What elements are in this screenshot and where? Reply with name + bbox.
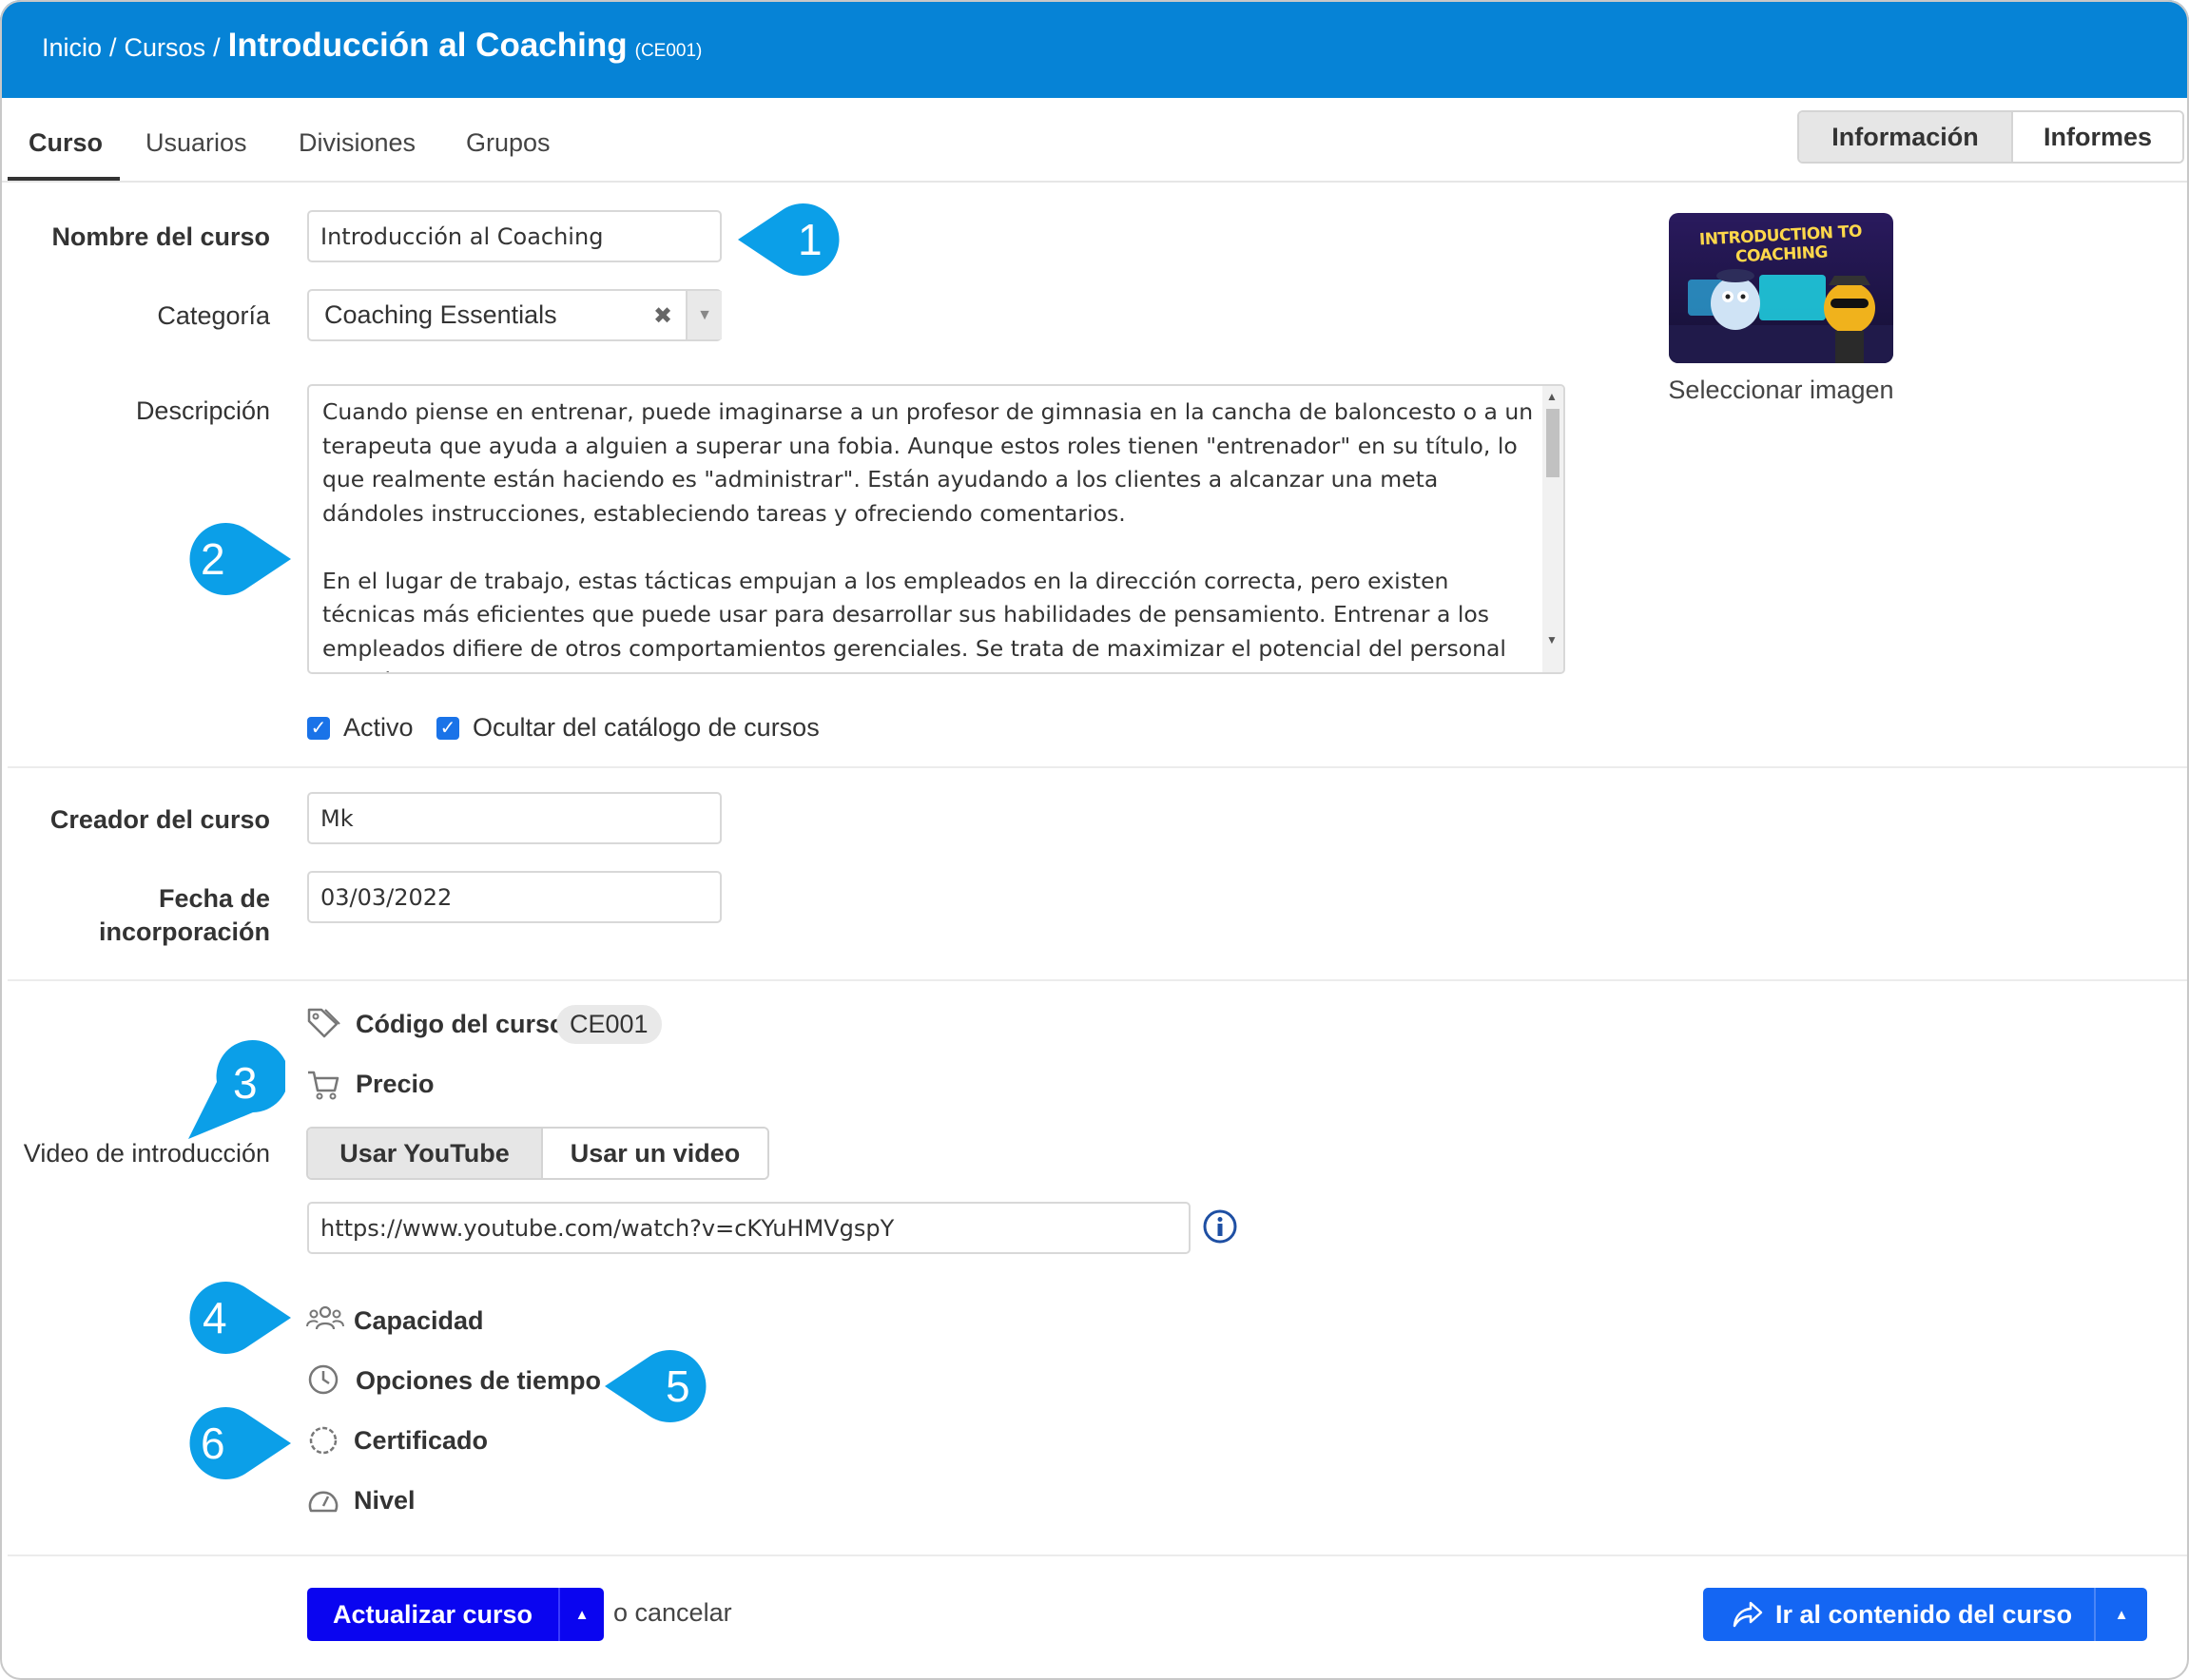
callout-marker-5 <box>605 1350 707 1422</box>
callout-marker-1 <box>738 203 840 276</box>
time-options-label[interactable]: Opciones de tiempo <box>356 1366 601 1396</box>
active-label: Activo <box>343 713 414 742</box>
section-divider <box>8 1554 2189 1556</box>
description-label: Descripción <box>135 396 270 425</box>
tab-users[interactable]: Usuarios <box>145 128 247 158</box>
creator-input[interactable]: Mk <box>307 792 722 844</box>
page-title: Introducción al Coaching <box>227 27 628 64</box>
top-bar: Inicio / Cursos / Introducción al Coachi… <box>0 0 2189 98</box>
hide-catalog-label: Ocultar del catálogo de cursos <box>473 713 820 742</box>
tab-divisions[interactable]: Divisiones <box>299 128 416 158</box>
callout-number: 6 <box>201 1419 225 1468</box>
course-code-pill: CE001 <box>556 1005 662 1044</box>
course-name-label: Nombre del curso <box>51 222 270 251</box>
level-label[interactable]: Nivel <box>354 1486 416 1516</box>
breadcrumb-separator: / <box>109 33 117 62</box>
date-label-line2: incorporación <box>98 917 270 946</box>
caret-up-icon[interactable]: ▲ <box>2094 1588 2147 1641</box>
callout-marker-4 <box>189 1282 291 1354</box>
description-scrollbar[interactable]: ▲ ▼ <box>1542 386 1563 672</box>
description-textarea[interactable]: Cuando piense en entrenar, puede imagina… <box>307 384 1565 674</box>
video-url-input[interactable]: https://www.youtube.com/watch?v=cKYuHMVg… <box>307 1202 1191 1254</box>
goto-content-button[interactable]: Ir al contenido del curso ▲ <box>1703 1588 2147 1641</box>
caret-up-icon[interactable]: ▲ <box>558 1588 604 1641</box>
reports-toggle-button[interactable]: Informes <box>2013 112 2182 162</box>
breadcrumb-separator: / <box>213 33 221 62</box>
cart-icon <box>308 1071 339 1100</box>
scroll-down-icon[interactable]: ▼ <box>1546 633 1558 647</box>
course-code-label: Código del curso <box>356 1010 566 1038</box>
update-course-button[interactable]: Actualizar curso ▲ <box>307 1588 604 1641</box>
description-text: Cuando piense en entrenar, puede imagina… <box>322 398 1534 672</box>
course-code-badge: (CE001) <box>634 41 703 61</box>
video-source-toggle: Usar YouTube Usar un video <box>306 1127 769 1180</box>
update-course-label: Actualizar curso <box>332 1599 533 1629</box>
clock-icon <box>308 1364 339 1395</box>
callout-number: 4 <box>203 1293 227 1342</box>
callout-marker-2 <box>189 523 291 595</box>
dropdown-arrow-icon[interactable]: ▼ <box>686 291 722 339</box>
callout-number: 3 <box>233 1058 258 1108</box>
scroll-thumb[interactable] <box>1546 409 1559 477</box>
tab-groups[interactable]: Grupos <box>466 128 551 158</box>
view-toggle: Información Informes <box>1797 110 2184 164</box>
use-youtube-button[interactable]: Usar YouTube <box>308 1129 543 1178</box>
capacity-label[interactable]: Capacidad <box>354 1306 484 1336</box>
users-icon <box>306 1305 344 1330</box>
use-video-button[interactable]: Usar un video <box>543 1129 767 1178</box>
date-input[interactable]: 03/03/2022 <box>307 871 722 923</box>
certificate-label[interactable]: Certificado <box>354 1426 488 1456</box>
tab-course[interactable]: Curso <box>29 128 103 158</box>
callout-marker-6 <box>189 1407 291 1479</box>
certificate-icon <box>309 1426 338 1455</box>
callout-number: 1 <box>798 215 823 264</box>
section-divider <box>8 979 2189 981</box>
category-select[interactable]: Coaching Essentials ✖ ▼ <box>307 289 722 341</box>
clear-icon[interactable]: ✖ <box>653 302 672 330</box>
callout-number: 2 <box>201 534 225 584</box>
date-label-line1: Fecha de <box>158 884 270 913</box>
active-tab-indicator <box>8 177 120 181</box>
goto-content-label: Ir al contenido del curso <box>1775 1599 2073 1629</box>
tab-bar: Curso Usuarios Divisiones Grupos Informa… <box>0 98 2189 183</box>
category-label: Categoría <box>157 301 270 330</box>
callout-number: 5 <box>666 1361 690 1411</box>
cancel-link[interactable]: o cancelar <box>613 1598 732 1628</box>
breadcrumb-courses[interactable]: Cursos <box>125 33 206 63</box>
active-checkbox[interactable]: ✓ <box>307 717 330 740</box>
course-image[interactable]: INTRODUCTION TO COACHING <box>1669 213 1893 363</box>
video-label: Video de introducción <box>23 1139 270 1168</box>
scroll-up-icon[interactable]: ▲ <box>1546 390 1558 403</box>
info-toggle-button[interactable]: Información <box>1799 112 2013 162</box>
category-value: Coaching Essentials <box>324 300 557 329</box>
hide-catalog-checkbox[interactable]: ✓ <box>436 717 459 740</box>
share-icon <box>1733 1601 1763 1628</box>
info-icon[interactable] <box>1202 1208 1238 1245</box>
section-divider <box>8 766 2189 768</box>
course-name-input[interactable]: Introducción al Coaching <box>307 210 722 262</box>
breadcrumb-home[interactable]: Inicio <box>42 33 102 63</box>
gauge-icon <box>308 1491 339 1513</box>
price-label[interactable]: Precio <box>356 1070 435 1099</box>
breadcrumb: Inicio / Cursos / Introducción al Coachi… <box>42 27 702 65</box>
select-image-link[interactable]: Seleccionar imagen <box>1664 376 1898 405</box>
tag-icon <box>307 1008 340 1038</box>
creator-label: Creador del curso <box>49 805 270 834</box>
